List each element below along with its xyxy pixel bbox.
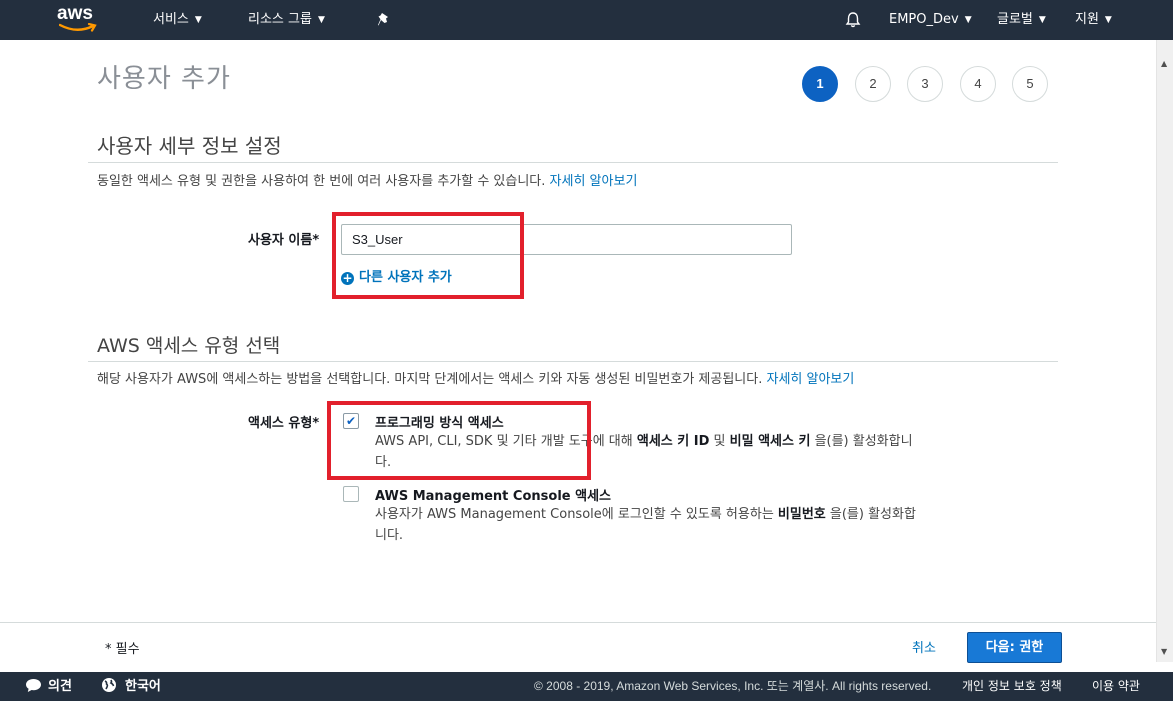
option-desc-text: 및 (709, 434, 730, 449)
bell-icon[interactable] (845, 11, 861, 29)
wizard-step-5[interactable]: 5 (1012, 66, 1048, 102)
user-details-description-text: 동일한 액세스 유형 및 권한을 사용하여 한 번에 여러 사용자를 추가할 수… (97, 174, 546, 189)
pin-icon[interactable] (377, 12, 391, 28)
account-name: EMPO_Dev (889, 12, 959, 27)
speech-bubble-icon (26, 679, 41, 692)
services-menu-label: 서비스 (153, 12, 189, 27)
footer-divider (0, 622, 1156, 623)
chevron-down-icon: ▼ (1104, 15, 1112, 25)
bottom-bar: 의견 한국어 © 2008 - 2019, Amazon Web Service… (0, 672, 1173, 701)
option-desc-bold-password: 비밀번호 (777, 507, 826, 522)
access-type-description-text: 해당 사용자가 AWS에 액세스하는 방법을 선택합니다. 마지막 단계에서는 … (97, 372, 763, 387)
chevron-down-icon: ▼ (317, 15, 325, 25)
console-access-description: 사용자가 AWS Management Console에 로그인할 수 있도록 … (375, 504, 920, 546)
wizard-step-4[interactable]: 4 (960, 66, 996, 102)
vertical-scrollbar[interactable]: ▲ ▼ (1156, 40, 1173, 662)
wizard-step-3[interactable]: 3 (907, 66, 943, 102)
region-label: 글로벌 (997, 12, 1033, 27)
account-menu[interactable]: EMPO_Dev ▼ (889, 0, 972, 40)
username-label: 사용자 이름* (248, 233, 320, 248)
learn-more-link[interactable]: 자세히 알아보기 (550, 174, 638, 189)
access-type-label: 액세스 유형* (248, 416, 320, 431)
learn-more-link[interactable]: 자세히 알아보기 (767, 372, 855, 387)
region-menu[interactable]: 글로벌 ▼ (997, 0, 1046, 40)
chevron-down-icon: ▼ (194, 15, 202, 25)
section-divider (88, 162, 1058, 163)
scroll-down-arrow-icon[interactable]: ▼ (1161, 647, 1167, 656)
option-desc-text: 사용자가 AWS Management Console에 로그인할 수 있도록 … (375, 507, 778, 522)
required-note: * 필수 (105, 642, 140, 657)
support-menu[interactable]: 지원 ▼ (1075, 0, 1112, 40)
aws-smile-icon (59, 23, 97, 32)
feedback-label: 의견 (48, 679, 72, 694)
resource-groups-label: 리소스 그룹 (248, 12, 312, 27)
highlight-box-username (332, 212, 524, 299)
top-navigation-bar: aws 서비스 ▼ 리소스 그룹 ▼ EMPO_Dev ▼ 글로벌 ▼ 지원 ▼ (0, 0, 1173, 40)
console-access-checkbox[interactable] (343, 486, 359, 502)
language-label: 한국어 (125, 679, 161, 694)
scroll-up-arrow-icon[interactable]: ▲ (1161, 59, 1167, 68)
section-divider (88, 361, 1058, 362)
wizard-step-2[interactable]: 2 (855, 66, 891, 102)
aws-logo[interactable]: aws (57, 4, 103, 34)
chevron-down-icon: ▼ (1038, 15, 1046, 25)
copyright-text: © 2008 - 2019, Amazon Web Services, Inc.… (534, 679, 932, 693)
option-desc-bold-access-key-id: 액세스 키 ID (636, 434, 710, 449)
feedback-link[interactable]: 의견 (25, 672, 72, 701)
access-type-description: 해당 사용자가 AWS에 액세스하는 방법을 선택합니다. 마지막 단계에서는 … (97, 368, 854, 387)
wizard-step-1[interactable]: 1 (802, 66, 838, 102)
language-selector[interactable]: 한국어 (101, 672, 161, 701)
cancel-button[interactable]: 취소 (912, 637, 936, 656)
resource-groups-menu[interactable]: 리소스 그룹 ▼ (248, 0, 325, 40)
aws-logo-text: aws (57, 3, 93, 24)
option-desc-bold-secret-key: 비밀 액세스 키 (729, 434, 811, 449)
services-menu[interactable]: 서비스 ▼ (153, 0, 202, 40)
support-label: 지원 (1075, 12, 1099, 27)
privacy-policy-link[interactable]: 개인 정보 보호 정책 (962, 672, 1062, 701)
chevron-down-icon: ▼ (964, 15, 972, 25)
console-access-title: AWS Management Console 액세스 (375, 489, 611, 504)
user-details-heading: 사용자 세부 정보 설정 (97, 134, 282, 158)
globe-icon (102, 678, 116, 692)
access-type-heading: AWS 액세스 유형 선택 (97, 335, 281, 357)
terms-of-use-link[interactable]: 이용 약관 (1092, 672, 1140, 701)
page-title: 사용자 추가 (97, 64, 231, 94)
user-details-description: 동일한 액세스 유형 및 권한을 사용하여 한 번에 여러 사용자를 추가할 수… (97, 170, 637, 189)
next-permissions-button[interactable]: 다음: 권한 (967, 632, 1062, 663)
highlight-box-programmatic-access (327, 401, 591, 480)
